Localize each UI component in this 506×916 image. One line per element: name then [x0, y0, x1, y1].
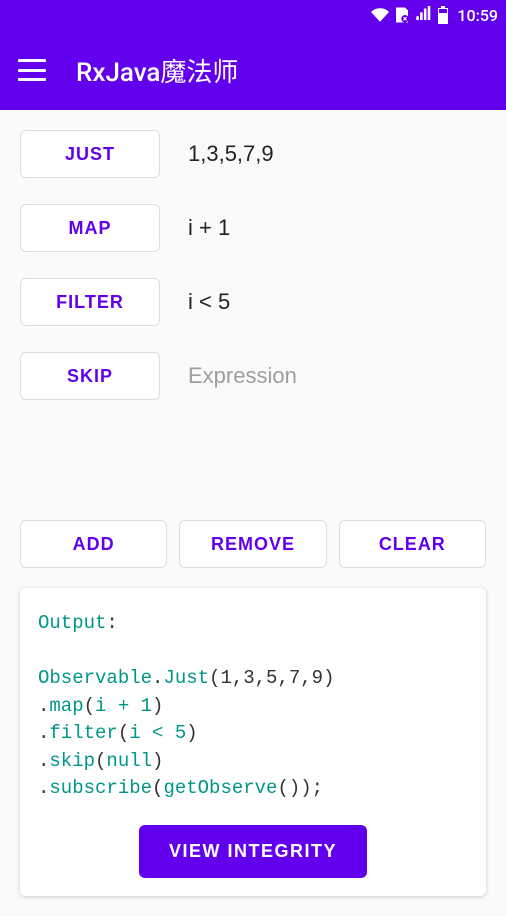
menu-icon[interactable]	[18, 59, 46, 81]
operator-input-skip[interactable]	[188, 363, 486, 389]
operator-input-map[interactable]	[188, 215, 486, 241]
data-icon	[393, 6, 411, 24]
signal-icon	[415, 6, 433, 24]
app-bar: RxJava魔法师	[0, 30, 506, 110]
page-title: RxJava魔法师	[76, 52, 238, 89]
operator-row-filter: FILTER	[20, 278, 486, 326]
add-button[interactable]: ADD	[20, 520, 167, 568]
battery-icon	[437, 6, 449, 24]
output-card: Output: Observable.Just(1,3,5,7,9) .map(…	[20, 588, 486, 896]
action-row: ADD REMOVE CLEAR	[20, 520, 486, 568]
remove-button[interactable]: REMOVE	[179, 520, 326, 568]
clear-button[interactable]: CLEAR	[339, 520, 486, 568]
operator-row-skip: SKIP	[20, 352, 486, 400]
operator-button-just[interactable]: JUST	[20, 130, 160, 178]
output-label: Output	[38, 612, 106, 634]
operator-button-skip[interactable]: SKIP	[20, 352, 160, 400]
operator-row-just: JUST	[20, 130, 486, 178]
operator-button-map[interactable]: MAP	[20, 204, 160, 252]
operator-row-map: MAP	[20, 204, 486, 252]
wifi-icon	[371, 6, 389, 24]
operator-button-filter[interactable]: FILTER	[20, 278, 160, 326]
operator-input-filter[interactable]	[188, 289, 486, 315]
view-integrity-button[interactable]: VIEW INTEGRITY	[139, 825, 367, 878]
main-content: JUST MAP FILTER SKIP ADD REMOVE CLEAR Ou…	[0, 110, 506, 916]
status-bar: 10:59	[0, 0, 506, 30]
status-time: 10:59	[457, 6, 498, 25]
operator-input-just[interactable]	[188, 141, 486, 167]
output-code: Output: Observable.Just(1,3,5,7,9) .map(…	[38, 610, 468, 803]
